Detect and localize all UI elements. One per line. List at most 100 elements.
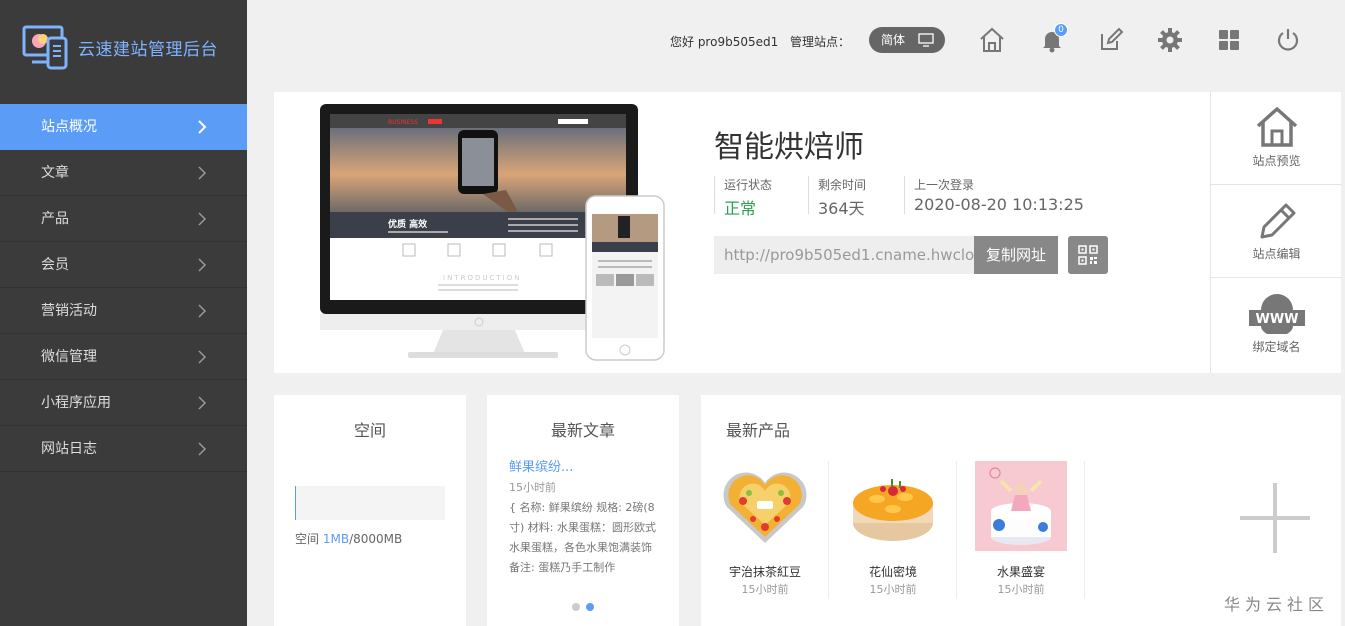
remaining-value: 364天 <box>818 199 865 218</box>
product-item[interactable]: 宇治抹茶紅豆 15小时前 <box>701 461 829 599</box>
products-title: 最新产品 <box>726 421 791 440</box>
articles-title: 最新文章 <box>551 421 616 440</box>
last-login-label: 上一次登录 <box>914 178 975 192</box>
sidebar-item-members[interactable]: 会员 <box>0 242 247 288</box>
chevron-right-icon <box>198 350 207 364</box>
site-url-input[interactable] <box>714 236 974 274</box>
carousel-dots <box>572 596 600 615</box>
product-image <box>853 479 933 541</box>
product-name: 宇治抹茶紅豆 <box>728 565 801 579</box>
house-icon <box>1256 107 1298 147</box>
grid-icon[interactable] <box>1215 26 1243 54</box>
preview-section-text: INTRODUCTION <box>443 274 521 282</box>
user-greeting: 您好 pro9b505ed1 <box>670 35 779 49</box>
power-icon[interactable] <box>1274 26 1302 54</box>
site-side-actions: 站点预览 站点编辑 WWW 绑定域名 <box>1210 92 1341 373</box>
chevron-right-icon <box>198 396 207 410</box>
site-preview-image: BUSINESS 优质 高效 INTRODUCTION <box>320 104 665 361</box>
sidebar-item-label: 文章 <box>41 165 69 181</box>
qr-code-icon <box>1078 245 1098 265</box>
site-edit-label: 站点编辑 <box>1252 247 1301 261</box>
sidebar-item-logs[interactable]: 网站日志 <box>0 426 247 472</box>
sidebar-item-overview[interactable]: 站点概况 <box>0 104 247 150</box>
site-preview-label: 站点预览 <box>1252 154 1301 168</box>
product-name: 水果盛宴 <box>996 565 1045 579</box>
notification-badge: 0 <box>1054 23 1068 37</box>
globe-www-icon: WWW <box>1249 294 1305 334</box>
space-usage-text: 空间 1MB/8000MB <box>295 530 402 547</box>
sidebar-item-label: 小程序应用 <box>41 395 111 411</box>
qr-code-button[interactable] <box>1068 236 1108 274</box>
chevron-right-icon <box>198 120 207 134</box>
sidebar-item-miniprogram[interactable]: 小程序应用 <box>0 380 247 426</box>
space-used: 1MB <box>322 532 350 546</box>
monitor-icon <box>918 33 934 47</box>
sidebar: 云速建站管理后台 站点概况 文章 产品 会员 营销活动 微信管理 小程序应用 网… <box>0 0 247 626</box>
gear-icon[interactable] <box>1156 26 1184 54</box>
notification-button[interactable]: 0 <box>1038 23 1068 54</box>
sidebar-item-products[interactable]: 产品 <box>0 196 247 242</box>
add-product-icon[interactable] <box>1238 481 1312 555</box>
site-edit-button[interactable]: 站点编辑 <box>1211 185 1341 278</box>
edit-icon[interactable] <box>1097 26 1125 54</box>
copy-url-button[interactable]: 复制网址 <box>974 236 1058 274</box>
space-card: 空间 空间 1MB/8000MB <box>274 395 466 626</box>
carousel-dot-2[interactable] <box>586 603 594 611</box>
sidebar-item-label: 产品 <box>41 211 69 227</box>
bind-domain-label: 绑定域名 <box>1252 340 1301 354</box>
last-login-value: 2020-08-20 10:13:25 <box>914 195 1084 214</box>
space-title: 空间 <box>354 421 387 440</box>
product-item[interactable]: 水果盛宴 15小时前 <box>957 461 1085 599</box>
sidebar-item-marketing[interactable]: 营销活动 <box>0 288 247 334</box>
site-name: 智能烘焙师 <box>714 130 864 165</box>
preview-brand-text: BUSINESS <box>388 119 418 126</box>
logo[interactable]: 云速建站管理后台 <box>22 24 242 72</box>
language-label: 简体 <box>881 33 906 47</box>
home-icon[interactable] <box>978 26 1006 54</box>
product-time: 15小时前 <box>997 583 1045 596</box>
logo-icon <box>22 25 68 70</box>
product-name: 花仙密境 <box>868 565 917 579</box>
site-preview-button[interactable]: 站点预览 <box>1211 92 1341 185</box>
manage-site-label: 管理站点： <box>790 35 851 49</box>
sidebar-item-label: 营销活动 <box>41 303 97 319</box>
sidebar-item-label: 微信管理 <box>41 349 97 365</box>
carousel-dot-1[interactable] <box>572 603 580 611</box>
pencil-icon <box>1260 203 1296 239</box>
space-usage-bar <box>295 486 445 520</box>
app-title: 云速建站管理后台 <box>78 40 218 60</box>
product-item[interactable]: 花仙密境 15小时前 <box>829 461 957 599</box>
www-text: WWW <box>1255 312 1298 327</box>
article-link[interactable]: 鲜果缤纷... <box>509 456 573 475</box>
sidebar-item-articles[interactable]: 文章 <box>0 150 247 196</box>
language-switch-button[interactable]: 简体 <box>869 27 945 53</box>
product-time: 15小时前 <box>869 583 917 596</box>
sidebar-item-wechat[interactable]: 微信管理 <box>0 334 247 380</box>
status-value: 正常 <box>724 199 757 218</box>
sidebar-item-label: 会员 <box>41 257 69 273</box>
sidebar-item-label: 站点概况 <box>41 119 97 135</box>
article-time: 15小时前 <box>509 481 556 494</box>
status-label: 运行状态 <box>724 178 773 192</box>
space-total: /8000MB <box>349 532 403 546</box>
watermark-text: 华为云社区 <box>1224 595 1330 614</box>
product-time: 15小时前 <box>741 583 789 596</box>
chevron-right-icon <box>198 166 207 180</box>
bind-domain-button[interactable]: WWW 绑定域名 <box>1211 278 1341 371</box>
chevron-right-icon <box>198 304 207 318</box>
product-image <box>975 461 1067 551</box>
status-stat: 运行状态 正常 <box>714 176 773 218</box>
last-login-stat: 上一次登录 2020-08-20 10:13:25 <box>904 176 1084 214</box>
remaining-stat: 剩余时间 364天 <box>808 176 867 218</box>
chevron-right-icon <box>198 212 207 226</box>
site-overview-panel: BUSINESS 优质 高效 INTRODUCTION 智能烘焙师 运行状态 正… <box>274 92 1341 373</box>
remaining-label: 剩余时间 <box>818 178 867 192</box>
chevron-right-icon <box>198 442 207 456</box>
latest-articles-card: 最新文章 鲜果缤纷... 15小时前 { 名称: 鲜果缤纷 规格: 2磅(8寸)… <box>487 395 679 626</box>
space-label: 空间 <box>295 532 323 546</box>
article-excerpt: { 名称: 鲜果缤纷 规格: 2磅(8寸) 材料: 水果蛋糕：圆形欧式水果蛋糕，… <box>509 501 656 574</box>
chevron-right-icon <box>198 258 207 272</box>
preview-headline: 优质 高效 <box>388 218 428 230</box>
product-image <box>723 472 807 543</box>
topbar: 您好 pro9b505ed1 管理站点： 简体 0 <box>247 0 1345 82</box>
